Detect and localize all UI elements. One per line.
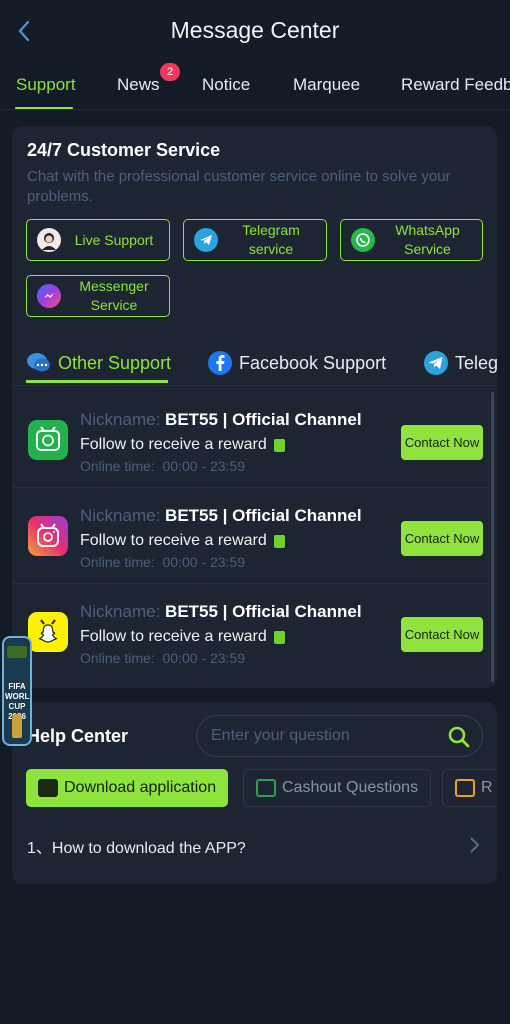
whatsapp-service-label: WhatsApp Service bbox=[395, 222, 460, 257]
tab-notice[interactable]: Notice bbox=[202, 75, 250, 95]
channel-follow-text: Follow to receive a reward bbox=[80, 436, 285, 454]
telegram-icon bbox=[423, 350, 449, 376]
other-support-label: Other Support bbox=[58, 352, 172, 373]
list-item: Nickname: BET55 | Official Channel Follo… bbox=[12, 392, 490, 488]
contact-now-button[interactable]: Contact Now bbox=[401, 617, 483, 652]
list-item: Nickname: BET55 | Official Channel Follo… bbox=[12, 584, 490, 680]
copy-icon[interactable] bbox=[273, 630, 285, 644]
tab-marquee[interactable]: Marquee bbox=[293, 75, 360, 95]
messenger-service-button[interactable]: Messenger Service bbox=[26, 275, 170, 317]
help-category-chips: Download application Cashout Questions R bbox=[26, 769, 497, 807]
trophy-icon bbox=[12, 714, 22, 738]
cash-icon bbox=[256, 779, 276, 797]
channel-online-time: Online time: 00:00 - 23:59 bbox=[80, 650, 245, 666]
customer-service-title: 24/7 Customer Service bbox=[27, 140, 221, 160]
tab-news[interactable]: News bbox=[117, 75, 160, 95]
facebook-icon bbox=[207, 350, 233, 376]
chip-download-application[interactable]: Download application bbox=[26, 769, 229, 807]
faq-item[interactable]: 1、How to download the APP? bbox=[27, 834, 482, 858]
channel-follow-text: Follow to receive a reward bbox=[80, 628, 285, 646]
help-search-input[interactable] bbox=[211, 716, 431, 756]
facebook-support-label: Facebook Support bbox=[239, 352, 387, 373]
news-badge: 2 bbox=[160, 63, 180, 81]
help-center-card: Help Center Download application Cashout… bbox=[12, 702, 497, 884]
tab-other-support[interactable]: Other Support bbox=[26, 350, 171, 376]
fifa-world-cup-floating-banner[interactable]: FIFA WORLD CUP 2026 bbox=[2, 636, 32, 746]
live-support-label: Live Support bbox=[74, 231, 154, 248]
whatsapp-service-button[interactable]: WhatsApp Service bbox=[340, 219, 483, 261]
contact-now-button[interactable]: Contact Now bbox=[401, 521, 483, 556]
search-icon[interactable] bbox=[447, 725, 471, 749]
tab-support[interactable]: Support bbox=[16, 75, 76, 95]
snapchat-tv-icon bbox=[28, 612, 68, 652]
chip-cashout-questions[interactable]: Cashout Questions bbox=[243, 769, 432, 807]
page-title: Message Center bbox=[170, 17, 340, 43]
whatsapp-icon bbox=[351, 228, 375, 252]
tab-facebook-support[interactable]: Facebook Support bbox=[207, 350, 386, 376]
top-tabs: Support News Notice Marquee Reward Feedb bbox=[0, 62, 510, 110]
active-support-tab-indicator bbox=[26, 380, 168, 383]
copy-icon[interactable] bbox=[273, 438, 285, 452]
telegram-service-button[interactable]: Telegram service bbox=[183, 219, 327, 261]
copy-icon[interactable] bbox=[273, 534, 285, 548]
instagram-tv-icon bbox=[28, 516, 68, 556]
channel-nickname: Nickname: BET55 | Official Channel bbox=[80, 506, 362, 525]
customer-service-description: Chat with the professional customer serv… bbox=[27, 168, 451, 205]
app-logo-icon bbox=[7, 646, 27, 658]
chevron-right-icon bbox=[467, 836, 481, 854]
header: Message Center bbox=[0, 0, 510, 62]
telegram-icon bbox=[194, 228, 218, 252]
chat-bubble-icon bbox=[26, 350, 52, 376]
help-search-box bbox=[196, 715, 483, 757]
active-tab-indicator bbox=[15, 107, 73, 109]
wallet-icon bbox=[455, 779, 475, 797]
channel-online-time: Online time: 00:00 - 23:59 bbox=[80, 554, 245, 570]
whatsapp-tv-icon bbox=[28, 420, 68, 460]
channel-nickname: Nickname: BET55 | Official Channel bbox=[80, 410, 362, 429]
telegram-service-label: Telegram service bbox=[242, 222, 300, 257]
app-logo-icon bbox=[38, 779, 58, 797]
help-center-title: Help Center bbox=[27, 726, 129, 746]
chip-recharge[interactable]: R bbox=[442, 769, 497, 807]
channel-list-scrollbar[interactable] bbox=[491, 392, 494, 682]
messenger-icon bbox=[37, 284, 61, 308]
live-support-avatar-icon bbox=[37, 228, 61, 252]
customer-service-card: 24/7 Customer Service Chat with the prof… bbox=[12, 126, 497, 688]
telegram-support-label: Teleg bbox=[455, 352, 497, 373]
channel-nickname: Nickname: BET55 | Official Channel bbox=[80, 602, 362, 621]
tab-reward-feedback[interactable]: Reward Feedb bbox=[401, 75, 510, 95]
messenger-service-label: Messenger Service bbox=[79, 278, 149, 313]
tab-telegram-support[interactable]: Teleg bbox=[423, 350, 497, 376]
channel-online-time: Online time: 00:00 - 23:59 bbox=[80, 458, 245, 474]
list-item: Nickname: BET55 | Official Channel Follo… bbox=[12, 488, 490, 584]
channel-follow-text: Follow to receive a reward bbox=[80, 532, 285, 550]
contact-now-button[interactable]: Contact Now bbox=[401, 425, 483, 460]
live-support-button[interactable]: Live Support bbox=[26, 219, 170, 261]
